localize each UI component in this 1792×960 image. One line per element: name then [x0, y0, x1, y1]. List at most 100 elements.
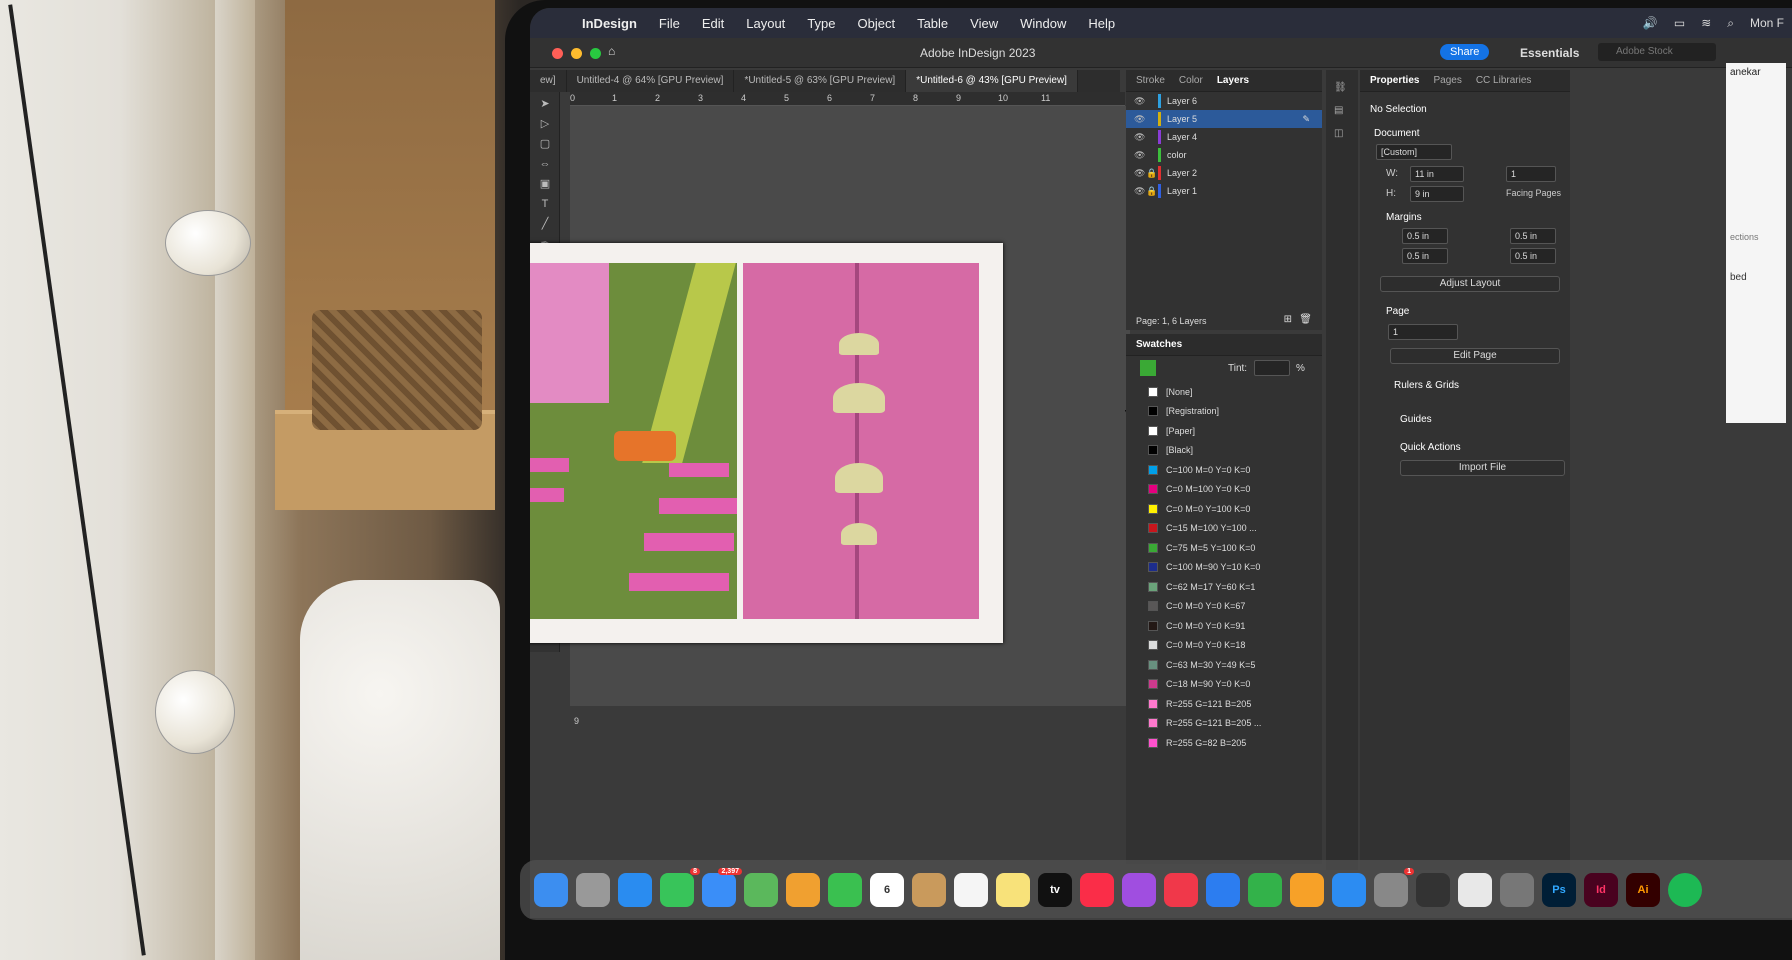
- eye-icon[interactable]: 👁: [1134, 168, 1146, 179]
- left-page-artwork[interactable]: [530, 263, 737, 619]
- facing-pages-checkbox[interactable]: Facing Pages: [1506, 188, 1561, 198]
- layer-row-selected[interactable]: 👁 Layer 5 ✎: [1126, 110, 1322, 128]
- new-layer-icon[interactable]: ⊞: [1284, 314, 1292, 325]
- home-icon[interactable]: ⌂: [608, 44, 615, 58]
- swatch-row[interactable]: C=75 M=5 Y=100 K=0: [1126, 538, 1322, 558]
- height-input[interactable]: 9 in: [1410, 186, 1464, 202]
- swatch-row[interactable]: C=0 M=0 Y=0 K=91: [1126, 616, 1322, 636]
- swatch-row[interactable]: [Paper]: [1126, 421, 1322, 441]
- menu-help[interactable]: Help: [1088, 16, 1115, 31]
- swatch-row[interactable]: C=0 M=0 Y=0 K=18: [1126, 636, 1322, 656]
- tint-input[interactable]: [1254, 360, 1290, 376]
- dock-contacts-icon[interactable]: [912, 873, 946, 907]
- dock-keynote-icon[interactable]: [1206, 873, 1240, 907]
- import-file-button[interactable]: Import File: [1400, 460, 1565, 476]
- dock-illustrator-icon[interactable]: Ai: [1626, 873, 1660, 907]
- zoom-window-button[interactable]: [590, 48, 601, 59]
- adjust-layout-button[interactable]: Adjust Layout: [1380, 276, 1560, 292]
- swatch-row[interactable]: C=0 M=0 Y=100 K=0: [1126, 499, 1322, 519]
- direct-selection-tool-icon[interactable]: ▷: [537, 116, 553, 132]
- swatch-row[interactable]: [Black]: [1126, 441, 1322, 461]
- margin-top-input[interactable]: 0.5 in: [1402, 228, 1448, 244]
- tab-color[interactable]: Color: [1179, 75, 1203, 86]
- tab-document-active[interactable]: *Untitled-6 @ 43% [GPU Preview]: [906, 70, 1078, 92]
- dock-chrome-icon[interactable]: [1458, 873, 1492, 907]
- gap-tool-icon[interactable]: ⇔: [537, 156, 553, 172]
- swatch-row[interactable]: [None]: [1126, 382, 1322, 402]
- dock-launchpad-icon[interactable]: [576, 873, 610, 907]
- right-page-artwork[interactable]: [743, 263, 979, 619]
- dock-app-store-icon[interactable]: [1332, 873, 1366, 907]
- tab-document[interactable]: ew]: [530, 70, 567, 92]
- eye-icon[interactable]: 👁: [1134, 186, 1146, 197]
- selection-tool-icon[interactable]: ➤: [537, 96, 553, 112]
- eye-icon[interactable]: 👁: [1134, 132, 1146, 143]
- margin-bottom-input[interactable]: 0.5 in: [1402, 248, 1448, 264]
- menu-type[interactable]: Type: [807, 16, 835, 31]
- pages-count-input[interactable]: 1: [1506, 166, 1556, 182]
- dock-music-icon[interactable]: [1080, 873, 1114, 907]
- tab-cc-libraries[interactable]: CC Libraries: [1476, 75, 1532, 86]
- search-icon[interactable]: ⌕: [1727, 16, 1734, 31]
- lock-icon[interactable]: 🔒: [1146, 168, 1157, 179]
- tab-document[interactable]: Untitled-4 @ 64% [GPU Preview]: [567, 70, 735, 92]
- dock-photoshop-icon[interactable]: Ps: [1542, 873, 1576, 907]
- dock-indesign-icon[interactable]: Id: [1584, 873, 1618, 907]
- swatch-row[interactable]: C=63 M=30 Y=49 K=5: [1126, 655, 1322, 675]
- workspace-switcher[interactable]: Essentials: [1520, 46, 1579, 60]
- dock-reminders-icon[interactable]: [954, 873, 988, 907]
- wifi-icon[interactable]: ≋: [1701, 16, 1711, 30]
- pages-icon[interactable]: ▤: [1334, 105, 1350, 116]
- dock-spotify-icon[interactable]: [1668, 873, 1702, 907]
- dock-safari-icon[interactable]: [618, 873, 652, 907]
- margin-left-input[interactable]: 0.5 in: [1510, 228, 1556, 244]
- layer-row[interactable]: 👁 🔒 Layer 1: [1126, 182, 1322, 200]
- tab-stroke[interactable]: Stroke: [1136, 75, 1165, 86]
- dock-facetime-icon[interactable]: [828, 873, 862, 907]
- layer-row[interactable]: 👁 🔒 Layer 2: [1126, 164, 1322, 182]
- swatch-row[interactable]: R=255 G=121 B=205: [1126, 694, 1322, 714]
- type-tool-icon[interactable]: T: [537, 196, 553, 212]
- dock-news-icon[interactable]: [1164, 873, 1198, 907]
- clock[interactable]: Mon F: [1750, 16, 1784, 30]
- swatch-row[interactable]: C=62 M=17 Y=60 K=1: [1126, 577, 1322, 597]
- layer-row[interactable]: 👁 color: [1126, 146, 1322, 164]
- swatch-row[interactable]: [Registration]: [1126, 402, 1322, 422]
- dock-mail-icon[interactable]: 2,397: [702, 868, 742, 907]
- dock-finder-icon[interactable]: [534, 873, 568, 907]
- dock-photos-icon[interactable]: [786, 873, 820, 907]
- eye-icon[interactable]: 👁: [1134, 150, 1146, 161]
- layer-row[interactable]: 👁 Layer 4: [1126, 128, 1322, 146]
- swatch-row[interactable]: C=100 M=0 Y=0 K=0: [1126, 460, 1322, 480]
- adobe-stock-search[interactable]: Adobe Stock: [1598, 43, 1716, 61]
- trash-icon[interactable]: 🗑: [1299, 314, 1312, 325]
- dock-tv-icon[interactable]: tv: [1038, 873, 1072, 907]
- dock-calendar-icon[interactable]: 6: [870, 873, 904, 907]
- line-tool-icon[interactable]: ╱: [537, 216, 553, 232]
- lock-icon[interactable]: 🔒: [1146, 186, 1157, 197]
- menu-object[interactable]: Object: [858, 16, 896, 31]
- dock-messages-icon[interactable]: 8: [660, 868, 700, 907]
- tab-layers[interactable]: Layers: [1217, 75, 1249, 86]
- close-window-button[interactable]: [552, 48, 563, 59]
- battery-icon[interactable]: ▭: [1674, 16, 1685, 30]
- swatch-row[interactable]: C=18 M=90 Y=0 K=0: [1126, 675, 1322, 695]
- dock-system-settings-icon[interactable]: 1: [1374, 868, 1414, 907]
- swatch-row[interactable]: R=255 G=121 B=205 ...: [1126, 714, 1322, 734]
- fill-stroke-swatch[interactable]: [1140, 360, 1156, 376]
- cc-libraries-icon[interactable]: ◫: [1334, 128, 1350, 139]
- dock-screenshot-icon[interactable]: [1500, 873, 1534, 907]
- swatch-row[interactable]: C=15 M=100 Y=100 ...: [1126, 519, 1322, 539]
- layer-row[interactable]: 👁 Layer 6: [1126, 92, 1322, 110]
- volume-icon[interactable]: 🔊: [1643, 16, 1658, 30]
- width-input[interactable]: 11 in: [1410, 166, 1464, 182]
- menu-layout[interactable]: Layout: [746, 16, 785, 31]
- edit-page-button[interactable]: Edit Page: [1390, 348, 1560, 364]
- eye-icon[interactable]: 👁: [1134, 114, 1146, 125]
- swatch-row[interactable]: C=0 M=100 Y=0 K=0: [1126, 480, 1322, 500]
- content-collector-icon[interactable]: ▣: [537, 176, 553, 192]
- dock-notes-icon[interactable]: [996, 873, 1030, 907]
- menu-edit[interactable]: Edit: [702, 16, 724, 31]
- minimize-window-button[interactable]: [571, 48, 582, 59]
- links-icon[interactable]: ⛓: [1334, 82, 1350, 93]
